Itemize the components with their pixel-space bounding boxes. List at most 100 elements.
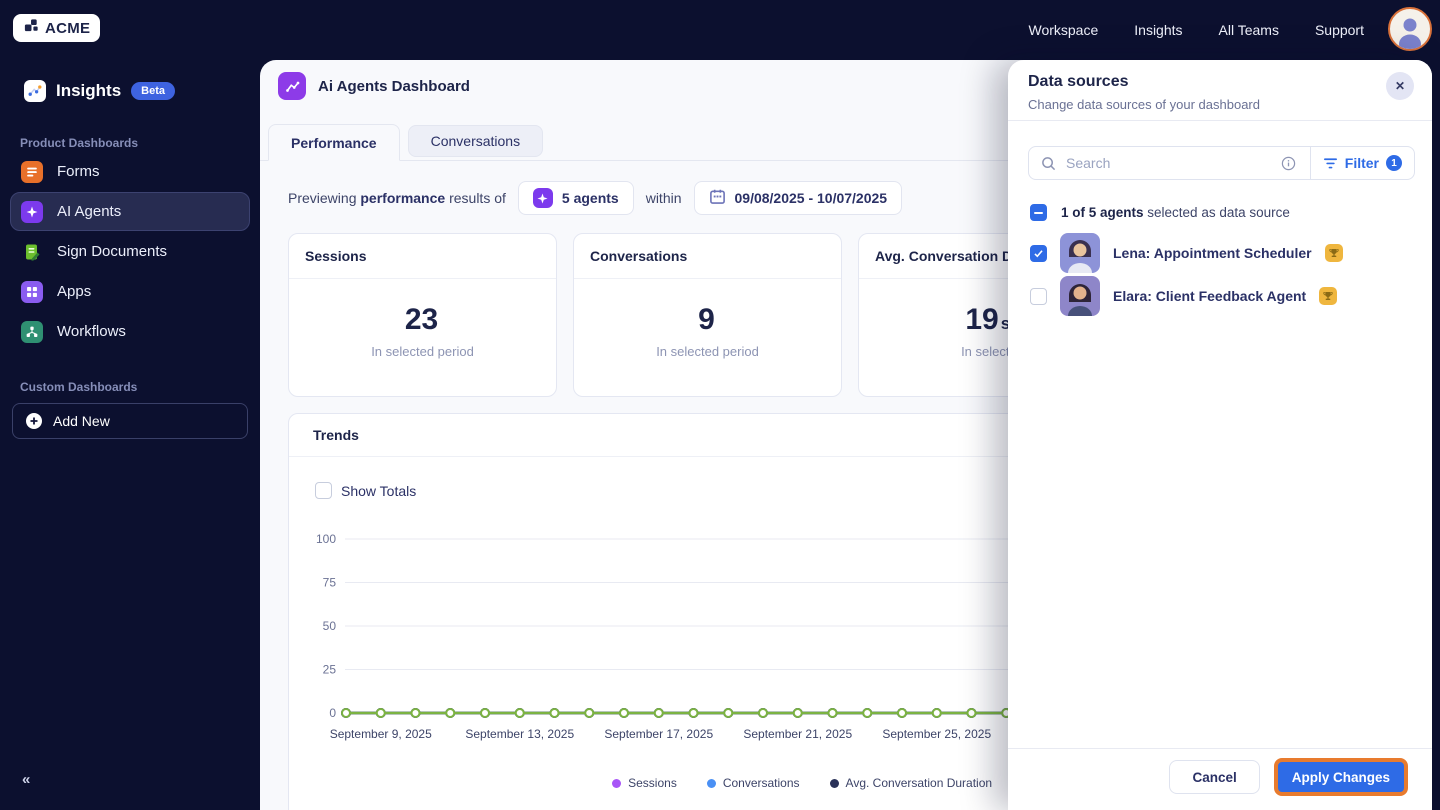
search-input[interactable]	[1066, 155, 1281, 171]
close-icon[interactable]: ✕	[1386, 72, 1414, 100]
sidebar-item-apps[interactable]: Apps	[10, 272, 250, 311]
show-totals-label: Show Totals	[341, 482, 417, 499]
nav-insights[interactable]: Insights	[1134, 22, 1182, 38]
agent-row-elara[interactable]: Elara: Client Feedback Agent	[1030, 275, 1412, 317]
apps-icon	[21, 280, 43, 303]
user-avatar[interactable]	[1388, 7, 1432, 51]
app-screen: ACME Workspace Insights All Teams Suppor…	[0, 0, 1440, 810]
svg-text:75: 75	[323, 576, 337, 590]
svg-text:0: 0	[329, 706, 336, 720]
card-value: 19	[965, 303, 999, 336]
search-filter-bar: Filter 1	[1028, 146, 1415, 180]
trophy-icon	[1319, 287, 1338, 305]
sidebar-item-forms[interactable]: Forms	[10, 152, 250, 191]
sidebar-item-label: Workflows	[57, 323, 126, 340]
panel-footer: Cancel Apply Changes	[1169, 758, 1408, 796]
ai-agents-icon	[21, 200, 43, 223]
agent-name: Lena: Appointment Scheduler	[1113, 245, 1312, 261]
top-bar: ACME Workspace Insights All Teams Suppor…	[0, 0, 1440, 60]
sidebar-header: Insights Beta	[24, 80, 176, 102]
within-text: within	[645, 190, 682, 206]
filter-button[interactable]: Filter 1	[1311, 155, 1414, 171]
sidebar: Insights Beta Product Dashboards Forms A…	[0, 60, 260, 810]
svg-text:September 25, 2025: September 25, 2025	[882, 727, 991, 741]
sidebar-item-label: Sign Documents	[57, 243, 168, 260]
legend-dot	[612, 778, 622, 788]
date-range-label: 09/08/2025 - 10/07/2025	[734, 190, 888, 206]
forms-icon	[21, 160, 43, 183]
card-title: Sessions	[289, 234, 556, 279]
agent-name: Elara: Client Feedback Agent	[1113, 288, 1307, 304]
date-range-button[interactable]: 09/08/2025 - 10/07/2025	[693, 181, 903, 215]
panel-subtitle: Change data sources of your dashboard	[1028, 97, 1260, 112]
section-custom-dashboards: Custom Dashboards	[20, 380, 138, 394]
add-new-label: Add New	[53, 413, 110, 429]
info-icon	[1281, 156, 1296, 171]
legend-dot	[829, 778, 839, 788]
agent-row-lena[interactable]: Lena: Appointment Scheduler	[1030, 232, 1412, 274]
sidebar-item-label: Apps	[57, 283, 92, 300]
legend-item: Sessions	[612, 776, 677, 790]
sidebar-title: Insights	[56, 81, 122, 100]
footer-divider	[1008, 748, 1432, 749]
top-navigation: Workspace Insights All Teams Support	[1028, 0, 1364, 60]
svg-text:September 13, 2025: September 13, 2025	[465, 727, 574, 741]
svg-text:September 21, 2025: September 21, 2025	[743, 727, 852, 741]
card-subtitle: In selected period	[656, 344, 759, 359]
sidebar-item-sign-documents[interactable]: Sign Documents	[10, 232, 250, 271]
agents-selector-button[interactable]: 5 agents	[517, 181, 634, 215]
apply-changes-button[interactable]: Apply Changes	[1273, 758, 1408, 796]
agents-selector-label: 5 agents	[561, 190, 619, 206]
select-all-checkbox[interactable]	[1030, 204, 1047, 221]
svg-text:50: 50	[323, 619, 337, 633]
card-title: Conversations	[574, 234, 841, 279]
nav-support[interactable]: Support	[1315, 22, 1364, 38]
card-value: 9	[698, 303, 715, 336]
legend-label: Avg. Conversation Duration	[845, 776, 993, 790]
agent-avatar	[1060, 276, 1100, 316]
show-totals-checkbox-row[interactable]: Show Totals	[315, 482, 416, 499]
tab-conversations[interactable]: Conversations	[407, 125, 544, 157]
acme-logo-icon	[23, 17, 40, 39]
panel-divider	[1008, 120, 1432, 121]
svg-text:September 9, 2025: September 9, 2025	[330, 727, 432, 741]
insights-logo-icon	[24, 80, 46, 102]
selection-summary-text: 1 of 5 agents selected as data source	[1061, 205, 1290, 220]
card-conversations: Conversations 9 In selected period	[573, 233, 842, 397]
card-sessions: Sessions 23 In selected period	[288, 233, 557, 397]
trophy-icon	[1324, 244, 1343, 262]
selection-summary-row: 1 of 5 agents selected as data source	[1030, 204, 1290, 221]
sparkle-icon	[532, 188, 553, 208]
cancel-button[interactable]: Cancel	[1169, 760, 1260, 794]
add-new-button[interactable]: Add New	[12, 403, 248, 439]
svg-text:25: 25	[323, 663, 337, 677]
dashboard-icon	[278, 72, 306, 100]
legend-item: Avg. Conversation Duration	[829, 776, 993, 790]
filter-label: Filter	[1344, 155, 1379, 171]
nav-all-teams[interactable]: All Teams	[1219, 22, 1279, 38]
preview-controls: Previewing performance results of 5 agen…	[288, 180, 903, 216]
panel-title: Data sources	[1028, 73, 1129, 90]
plus-circle-icon	[26, 413, 42, 429]
acme-logo[interactable]: ACME	[13, 14, 101, 42]
calendar-icon	[709, 188, 726, 208]
search-icon	[1041, 156, 1056, 171]
sign-documents-icon	[21, 241, 43, 263]
nav-workspace[interactable]: Workspace	[1028, 22, 1098, 38]
agent-avatar	[1060, 233, 1100, 273]
collapse-sidebar-button[interactable]: «	[22, 771, 30, 788]
sidebar-menu: Forms AI Agents Sign Documents Apps Work…	[10, 152, 250, 351]
legend-label: Conversations	[722, 776, 800, 790]
sidebar-item-workflows[interactable]: Workflows	[10, 312, 250, 351]
workflows-icon	[21, 320, 43, 343]
agent-checkbox[interactable]	[1030, 287, 1047, 305]
tab-performance[interactable]: Performance	[268, 124, 400, 161]
sidebar-item-label: AI Agents	[57, 203, 122, 220]
sidebar-item-ai-agents[interactable]: AI Agents	[10, 192, 250, 231]
show-totals-checkbox[interactable]	[315, 482, 332, 499]
acme-logo-text: ACME	[45, 19, 91, 37]
agent-checkbox[interactable]	[1030, 244, 1047, 262]
legend-item: Conversations	[706, 776, 800, 790]
card-subtitle: In selected period	[371, 344, 474, 359]
beta-badge: Beta	[131, 82, 176, 100]
